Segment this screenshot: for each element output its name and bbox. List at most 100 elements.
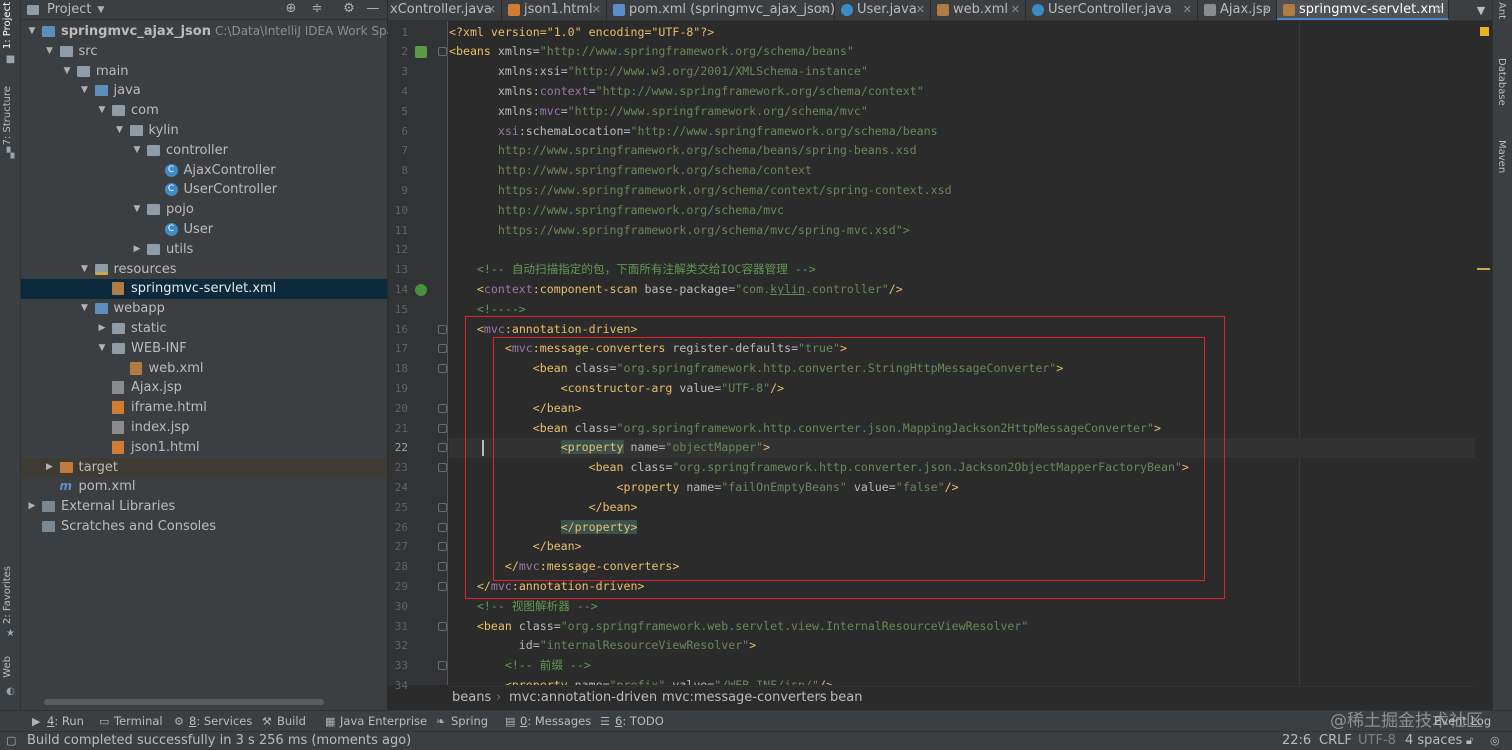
expanded-arrow-icon[interactable]: ▼ — [132, 141, 142, 161]
chevron-down-icon[interactable]: ▼ — [1470, 0, 1492, 20]
inspector-icon[interactable]: ◎ — [1490, 732, 1500, 750]
tree-row[interactable]: ▼ resources — [21, 260, 387, 280]
tool-window-button[interactable]: Java Enterprise — [340, 711, 427, 731]
line-number[interactable]: 32 — [388, 636, 408, 656]
indent-setting[interactable]: 4 spaces — [1405, 732, 1462, 750]
fold-marker-icon[interactable] — [438, 542, 447, 552]
expanded-arrow-icon[interactable]: ▼ — [80, 81, 90, 101]
tree-row[interactable]: ▼ springmvc_ajax_json C:\Data\IntelliJ IDE… — [21, 22, 426, 42]
tool-window-button[interactable]: Build — [277, 711, 306, 731]
inspection-status-icon[interactable] — [1480, 27, 1489, 36]
line-number[interactable]: 25 — [388, 498, 408, 518]
spring-bean-gutter-icon[interactable] — [415, 284, 427, 296]
line-number[interactable]: 18 — [388, 359, 408, 379]
status-icon[interactable]: ▢ — [6, 732, 16, 750]
tab-ant[interactable]: Ant — [1496, 2, 1507, 19]
line-number[interactable]: 17 — [388, 339, 408, 359]
fold-marker-icon[interactable] — [438, 423, 447, 433]
tree-row[interactable]: C UserController — [21, 180, 387, 200]
line-number[interactable]: 4 — [388, 82, 408, 102]
line-number[interactable]: 6 — [388, 122, 408, 142]
close-icon[interactable]: ✕ — [1262, 0, 1271, 20]
line-number[interactable]: 7 — [388, 141, 408, 161]
close-icon[interactable]: ✕ — [487, 0, 496, 20]
tab-favorites[interactable]: 2: Favorites — [2, 566, 13, 624]
tree-row[interactable]: C User — [21, 220, 387, 240]
fold-marker-icon[interactable] — [438, 443, 447, 453]
tree-row[interactable]: index.jsp — [21, 418, 387, 438]
fold-marker-icon[interactable] — [438, 522, 447, 532]
editor-tab[interactable]: User.java ✕ — [835, 0, 931, 20]
collapse-all-icon[interactable]: ≑ — [309, 1, 325, 17]
code-line[interactable]: <bean class="org.springframework.web.ser… — [449, 617, 1028, 637]
line-number[interactable]: 29 — [388, 577, 408, 597]
code-line[interactable]: <property name="prefix" value="/WEB-INF/… — [449, 676, 833, 685]
file-encoding[interactable]: UTF-8 — [1358, 732, 1396, 750]
line-number[interactable]: 33 — [388, 656, 408, 676]
line-number[interactable]: 15 — [388, 300, 408, 320]
tree-row[interactable]: ▼ com — [21, 101, 387, 121]
line-number[interactable]: 14 — [388, 280, 408, 300]
code-line[interactable]: xmlns:xsi="http://www.w3.org/2001/XMLSch… — [449, 62, 868, 82]
code-line[interactable]: <?xml version="1.0" encoding="UTF-8"?> — [449, 23, 714, 43]
close-icon[interactable]: ✕ — [916, 0, 925, 20]
code-line[interactable]: <context:component-scan base-package="co… — [449, 280, 903, 300]
collapsed-arrow-icon[interactable]: ▶ — [132, 240, 142, 260]
line-number[interactable]: 3 — [388, 62, 408, 82]
lock-icon[interactable]: 🔓︎ — [1466, 732, 1473, 750]
line-number[interactable]: 30 — [388, 597, 408, 617]
editor-tab[interactable]: json1.html ✕ — [502, 0, 607, 20]
line-number[interactable]: 5 — [388, 102, 408, 122]
horizontal-scrollbar[interactable] — [44, 699, 324, 705]
breadcrumb-item[interactable]: beans — [452, 687, 491, 709]
line-number[interactable]: 16 — [388, 320, 408, 340]
tree-row[interactable]: ▼ kylin — [21, 121, 387, 141]
tree-row[interactable]: ▶ utils — [21, 240, 387, 260]
line-number[interactable]: 11 — [388, 221, 408, 241]
tree-row[interactable]: C AjaxController — [21, 161, 387, 181]
chevron-down-icon[interactable]: ▼ — [97, 5, 104, 15]
editor-tab[interactable]: xController.java ✕ — [388, 0, 502, 20]
expanded-arrow-icon[interactable]: ▼ — [97, 101, 107, 121]
code-line[interactable]: xmlns:mvc="http://www.springframework.or… — [449, 102, 868, 122]
tree-row[interactable]: ▼ main — [21, 62, 387, 82]
breadcrumb-item[interactable]: mvc:message-converters — [662, 687, 827, 709]
line-number[interactable]: 12 — [388, 240, 408, 260]
line-number[interactable]: 10 — [388, 201, 408, 221]
fold-marker-icon[interactable] — [438, 621, 447, 631]
tree-row[interactable]: Scratches and Consoles — [21, 517, 387, 537]
breadcrumb-item[interactable]: bean — [830, 687, 862, 709]
code-line[interactable]: id="internalResourceViewResolver"> — [449, 636, 756, 656]
line-separator[interactable]: CRLF — [1319, 732, 1352, 750]
caret-position[interactable]: 22:6 — [1282, 732, 1311, 750]
tree-row[interactable]: m pom.xml — [21, 477, 387, 497]
tree-row[interactable]: ▼ WEB-INF — [21, 339, 387, 359]
close-icon[interactable]: ✕ — [1011, 0, 1020, 20]
line-number[interactable]: 26 — [388, 518, 408, 538]
fold-marker-icon[interactable] — [438, 344, 447, 354]
line-number[interactable]: 1 — [388, 23, 408, 43]
tool-window-button[interactable]: Spring — [451, 711, 488, 731]
editor-tab[interactable]: Ajax.jsp ✕ — [1198, 0, 1277, 20]
tool-window-button[interactable]: Terminal — [114, 711, 163, 731]
code-editor[interactable]: <?xml version="1.0" encoding="UTF-8"?> <b… — [449, 21, 1475, 685]
line-number[interactable]: 23 — [388, 458, 408, 478]
tree-row[interactable]: ▶ target — [21, 457, 387, 478]
expanded-arrow-icon[interactable]: ▼ — [80, 260, 90, 280]
status-message[interactable]: Build completed successfully in 3 s 256 … — [27, 732, 411, 750]
fold-marker-icon[interactable] — [438, 324, 447, 334]
fold-marker-icon[interactable] — [438, 502, 447, 512]
code-line[interactable]: <!-- 前缀 --> — [449, 656, 591, 676]
line-number[interactable]: 21 — [388, 419, 408, 439]
line-number[interactable]: 2 — [388, 42, 408, 62]
tree-row[interactable]: iframe.html — [21, 398, 387, 418]
tab-maven[interactable]: Maven — [1496, 140, 1507, 173]
code-line[interactable]: <beans xmlns="http://www.springframework… — [449, 42, 854, 62]
editor-tab[interactable]: UserController.java ✕ — [1026, 0, 1198, 20]
line-number[interactable]: 13 — [388, 260, 408, 280]
breadcrumb-item[interactable]: mvc:annotation-driven — [509, 687, 657, 709]
line-number[interactable]: 31 — [388, 617, 408, 637]
line-number[interactable]: 28 — [388, 557, 408, 577]
tree-row[interactable]: ▶ External Libraries — [21, 497, 387, 517]
fold-marker-icon[interactable] — [438, 47, 447, 57]
